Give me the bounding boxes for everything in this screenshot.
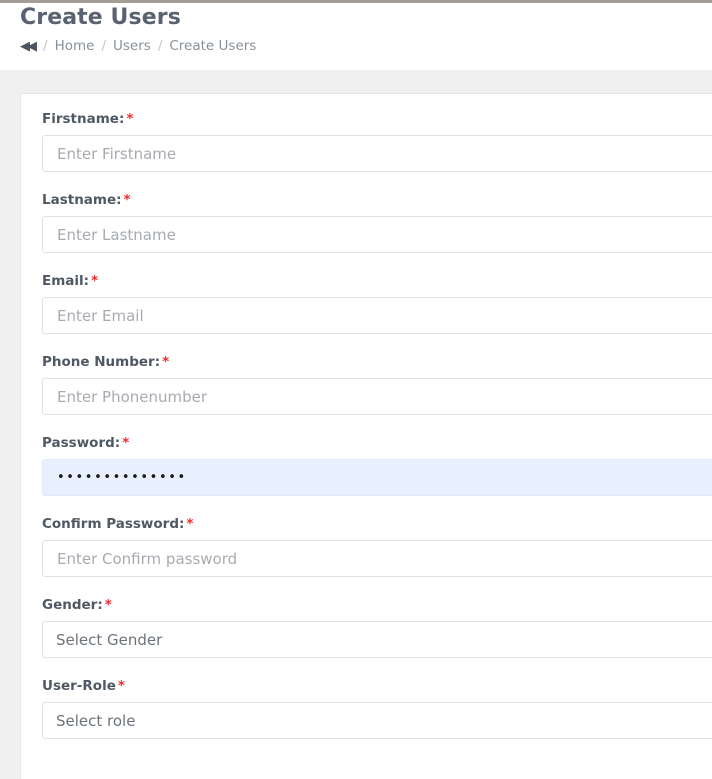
label-password-text: Password: [42,435,121,451]
page-header: Create Users ◀◀ / Home / Users / Create … [0,3,712,70]
required-asterisk: * [117,678,125,694]
breadcrumb-item-users[interactable]: Users [113,38,151,54]
label-phone: Phone Number: * [42,354,712,370]
password-input[interactable] [42,459,712,496]
gender-select[interactable]: Select Gender [42,621,712,658]
lastname-input[interactable] [42,216,712,253]
user-role-select[interactable]: Select role [42,702,712,739]
label-email: Email: * [42,273,712,289]
form-group-confirm-password: Confirm Password: * [42,516,712,577]
label-phone-text: Phone Number: [42,354,161,370]
form-group-firstname: Firstname: * [42,111,712,172]
breadcrumb-separator: / [101,38,106,54]
label-gender: Gender: * [42,597,712,613]
required-asterisk: * [91,273,99,289]
required-asterisk: * [186,516,194,532]
required-asterisk: * [126,111,134,127]
form-group-password: Password: * [42,435,712,496]
required-asterisk: * [123,192,131,208]
label-user-role: User-Role * [42,678,712,694]
confirm-password-input[interactable] [42,540,712,577]
form-group-email: Email: * [42,273,712,334]
breadcrumb: ◀◀ / Home / Users / Create Users [20,38,712,54]
label-lastname-text: Lastname: [42,192,122,208]
label-firstname-text: Firstname: [42,111,125,127]
form-group-user-role: User-Role * Select role [42,678,712,739]
page-body: Firstname:* Lastname:* Email:* Phone Num… [0,70,712,779]
label-password: Password: * [42,435,712,451]
label-confirm-password-text: Confirm Password: [42,516,185,532]
label-firstname: Firstname: * [42,111,712,127]
form-group-gender: Gender: * Select Gender [42,597,712,658]
form-group-lastname: Lastname: * [42,192,712,253]
breadcrumb-separator: / [157,38,163,54]
breadcrumb-separator: / [43,38,48,54]
label-gender-text: Gender: [42,597,103,613]
required-asterisk: * [162,354,170,370]
create-user-card: Firstname:* Lastname:* Email:* Phone Num… [20,93,712,779]
email-input[interactable] [42,297,712,334]
fast-backward-icon[interactable]: ◀◀ [20,40,37,53]
label-lastname: Lastname: * [42,192,712,208]
label-confirm-password: Confirm Password: * [42,516,712,532]
breadcrumb-item-create-users: Create Users [169,38,257,54]
label-user-role-text: User-Role [42,678,116,694]
form-group-phone: Phone Number: * [42,354,712,415]
label-email-text: Email: [42,273,90,289]
page-title: Create Users [20,5,181,30]
firstname-input[interactable] [42,135,712,172]
required-asterisk: * [122,435,130,451]
breadcrumb-item-home[interactable]: Home [55,38,95,54]
phone-input[interactable] [42,378,712,415]
required-asterisk: * [104,597,112,613]
